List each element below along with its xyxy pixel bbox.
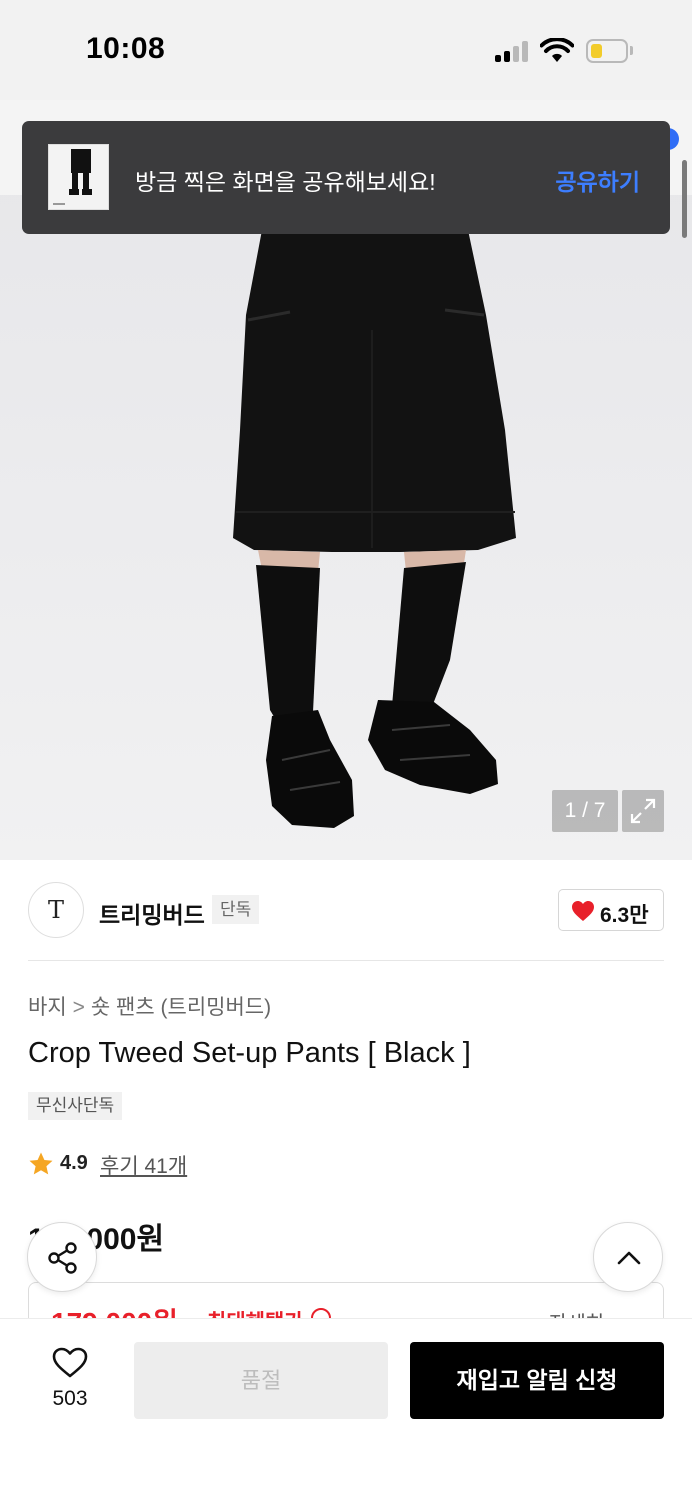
scroll-to-top-button[interactable] [593, 1222, 663, 1292]
battery-tip [630, 46, 633, 55]
rating-score: 4.9 [60, 1152, 88, 1174]
toast-share-button[interactable]: 공유하기 [555, 163, 640, 197]
chevron-up-icon [617, 1251, 641, 1265]
review-count-link[interactable]: 후기 41개 [100, 1150, 187, 1180]
cellular-signal-icon [495, 40, 531, 62]
toast-message: 방금 찍은 화면을 공유해보세요! [135, 169, 436, 195]
status-time: 10:08 [86, 32, 166, 65]
wishlist-count: 503 [52, 1387, 88, 1410]
bottom-action-bar: 503 품절 재입고 알림 신청 [0, 1318, 692, 1500]
share-button[interactable] [27, 1222, 97, 1292]
wishlist-button[interactable]: 503 [28, 1347, 112, 1419]
brand-exclusive-tag: 단독 [212, 895, 260, 924]
breadcrumb-category[interactable]: 바지 [28, 996, 67, 1019]
brand-row: T 트리밍버드 단독 6.3만 [28, 882, 664, 938]
brand-name[interactable]: 트리밍버드 [99, 896, 205, 930]
breadcrumb: 바지 > 숏 팬츠 (트리밍버드) [28, 991, 271, 1021]
gallery-counter: 1 / 7 [552, 790, 618, 832]
expand-icon[interactable] [622, 790, 664, 832]
brand-logo[interactable]: T [28, 882, 84, 938]
brand-like-button[interactable]: 6.3만 [558, 889, 664, 931]
restock-alert-button[interactable]: 재입고 알림 신청 [410, 1342, 664, 1419]
star-icon [29, 1152, 53, 1175]
screenshot-share-toast: 방금 찍은 화면을 공유해보세요! 공유하기 [22, 121, 670, 234]
heart-outline-icon [52, 1347, 88, 1378]
product-title: Crop Tweed Set-up Pants [ Black ] [28, 1037, 471, 1069]
scrollbar[interactable] [682, 160, 687, 238]
breadcrumb-separator: > [72, 996, 85, 1019]
wifi-icon [540, 38, 574, 62]
breadcrumb-subcategory[interactable]: 숏 팬츠 (트리밍버드) [91, 996, 271, 1019]
battery-icon [586, 39, 628, 63]
screenshot-thumbnail[interactable] [48, 144, 109, 210]
exclusive-badge: 무신사단독 [28, 1092, 123, 1120]
brand-like-count: 6.3만 [600, 904, 649, 927]
heart-filled-icon [572, 901, 594, 921]
status-bar: 10:08 [0, 0, 692, 100]
share-icon [48, 1242, 77, 1274]
divider [28, 960, 664, 961]
soldout-button[interactable]: 품절 [134, 1342, 388, 1419]
